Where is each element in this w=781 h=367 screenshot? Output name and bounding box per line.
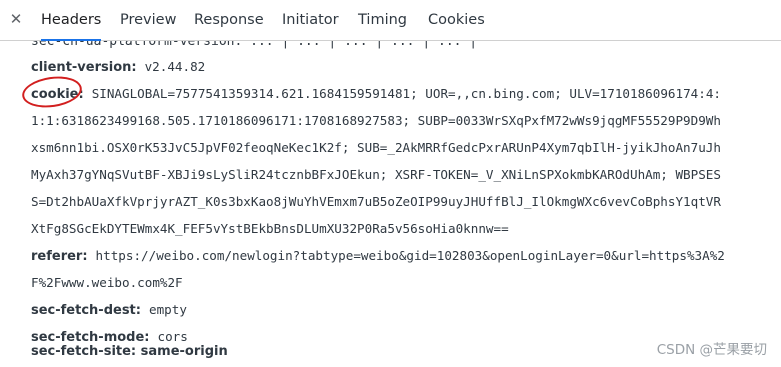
tab-preview[interactable]: Preview (120, 0, 176, 41)
header-name: client-version: (31, 60, 137, 75)
csdn-watermark: CSDN @芒果要切 (656, 342, 767, 358)
referer-value-line: F%2Fwww.weibo.com%2F (31, 275, 183, 290)
header-value: https://weibo.com/newlogin?tabtype=weibo… (95, 248, 725, 263)
cookie-value-line: XtFg8SGcEkDYTEWmx4K_FEF5vYstBEkbBnsDLUmX… (31, 221, 509, 236)
header-value: cors (157, 329, 188, 344)
cookie-value-line: S=Dt2hbAUaXfkVprjyrAZT_K0s3bxKao8jWuYhVE… (31, 194, 721, 209)
header-row-cookie: cookie: SINAGLOBAL=7577541359314.621.1684… (31, 86, 721, 102)
close-icon[interactable]: ✕ (8, 11, 24, 27)
header-name: referer: (31, 249, 88, 264)
header-value: SINAGLOBAL=7577541359314.621.16841595914… (91, 86, 721, 101)
tab-headers[interactable]: Headers (41, 0, 102, 41)
header-name: sec-fetch-mode: (31, 330, 150, 345)
cookie-value-line: 1:1:6318623499168.505.1710186096171:1708… (31, 113, 721, 128)
header-value: empty (148, 302, 187, 317)
cookie-value-line: MyAxh37gYNqSVutBF-XBJi9sLySliR24tcznbBFx… (31, 167, 721, 182)
tab-cookies[interactable]: Cookies (428, 0, 485, 41)
header-row-sec-fetch-mode: sec-fetch-mode: cors (31, 329, 188, 345)
header-row-sec-fetch-dest: sec-fetch-dest: empty (31, 302, 187, 318)
header-value: v2.44.82 (144, 59, 206, 74)
tab-timing[interactable]: Timing (358, 0, 407, 41)
cookie-value-line: xsm6nn1bi.OSX0rK53JvC5JpVF02feoqNeKec1K2… (31, 140, 721, 155)
header-row-client-version: client-version: v2.44.82 (31, 59, 205, 75)
clipped-header-text: sec-fetch-site: same-origin (31, 344, 228, 359)
header-name: sec-fetch-dest: (31, 303, 141, 318)
devtools-tab-bar: ✕ Headers Preview Response Initiator Tim… (0, 0, 781, 41)
tab-response[interactable]: Response (194, 0, 264, 41)
headers-panel: sec-ch-ua-platform-version: ... | ... | … (0, 41, 781, 353)
header-row-referer: referer: https://weibo.com/newlogin?tabty… (31, 248, 725, 264)
tab-initiator[interactable]: Initiator (282, 0, 339, 41)
clipped-header-row: sec-ch-ua-platform-version: ... | ... | … (31, 41, 478, 49)
